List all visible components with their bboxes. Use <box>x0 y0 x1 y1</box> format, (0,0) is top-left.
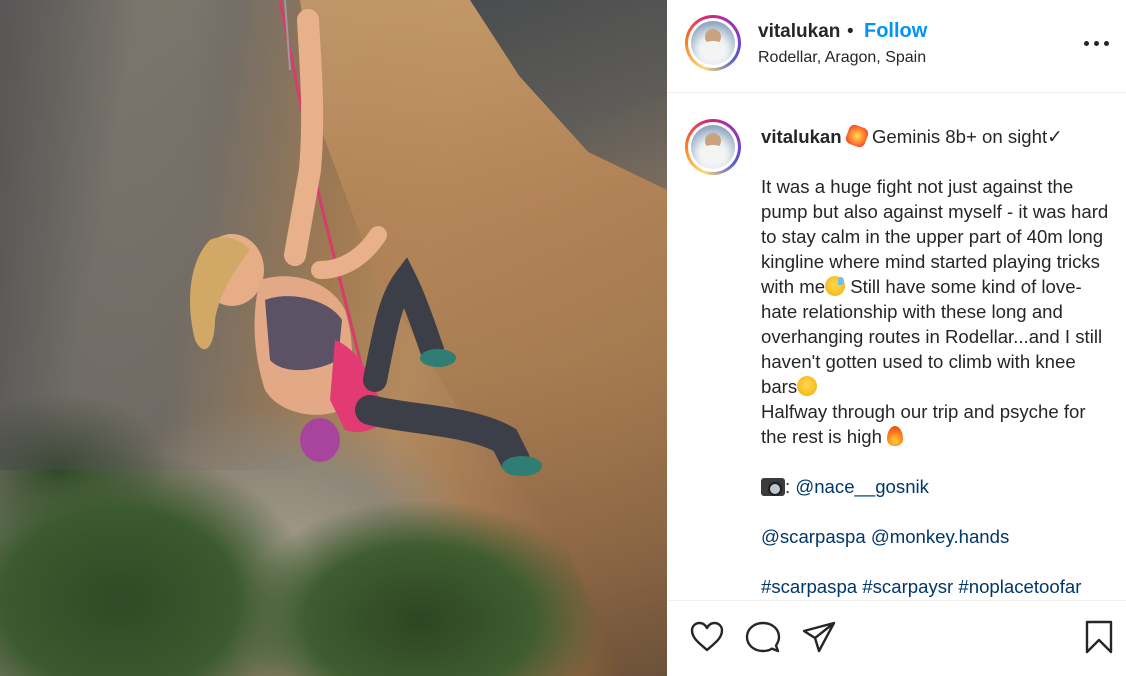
caption-username[interactable]: vitalukan <box>761 126 842 147</box>
mention-scarpaspa[interactable]: @scarpaspa <box>761 526 866 547</box>
post-header: vitalukan • Follow Rodellar, Aragon, Spa… <box>667 0 1126 93</box>
follow-button[interactable]: Follow <box>864 20 927 43</box>
sweat-smile-emoji-icon <box>825 276 846 296</box>
caption-avatar[interactable] <box>685 119 741 175</box>
location-link[interactable]: Rodellar, Aragon, Spain <box>758 49 926 67</box>
squinting-face-emoji-icon <box>797 376 818 396</box>
photo-credit-prefix: : <box>785 476 796 497</box>
caption-text-3: Halfway through our trip and psyche for … <box>761 401 1086 447</box>
comment-icon[interactable] <box>745 619 781 655</box>
collision-emoji-icon <box>843 123 870 149</box>
climber-illustration <box>190 0 542 476</box>
separator-dot: • <box>847 21 854 42</box>
post-photo[interactable] <box>0 0 667 676</box>
comments-area[interactable]: vitalukan Geminis 8b+ on sight✓ It was a… <box>667 94 1126 599</box>
fire-emoji-icon <box>887 426 904 446</box>
avatar[interactable] <box>685 15 741 71</box>
header-username[interactable]: vitalukan <box>758 21 840 43</box>
camera-emoji-icon <box>761 478 785 496</box>
caption-title: Geminis 8b+ on sight✓ <box>871 126 1063 147</box>
post-side-panel: vitalukan • Follow Rodellar, Aragon, Spa… <box>667 0 1126 676</box>
share-icon[interactable] <box>801 619 837 655</box>
mention-monkey-hands[interactable]: @monkey.hands <box>871 526 1009 547</box>
mention-photographer[interactable]: @nace__gosnik <box>795 476 929 497</box>
action-bar <box>667 600 1126 676</box>
heart-icon[interactable] <box>689 619 725 655</box>
caption: vitalukan Geminis 8b+ on sight✓ It was a… <box>761 123 1116 599</box>
bookmark-icon[interactable] <box>1081 619 1117 655</box>
more-options-icon[interactable] <box>1081 30 1113 56</box>
hashtags[interactable]: #scarpaspa #scarpaysr #noplacetoofar <box>761 576 1081 597</box>
